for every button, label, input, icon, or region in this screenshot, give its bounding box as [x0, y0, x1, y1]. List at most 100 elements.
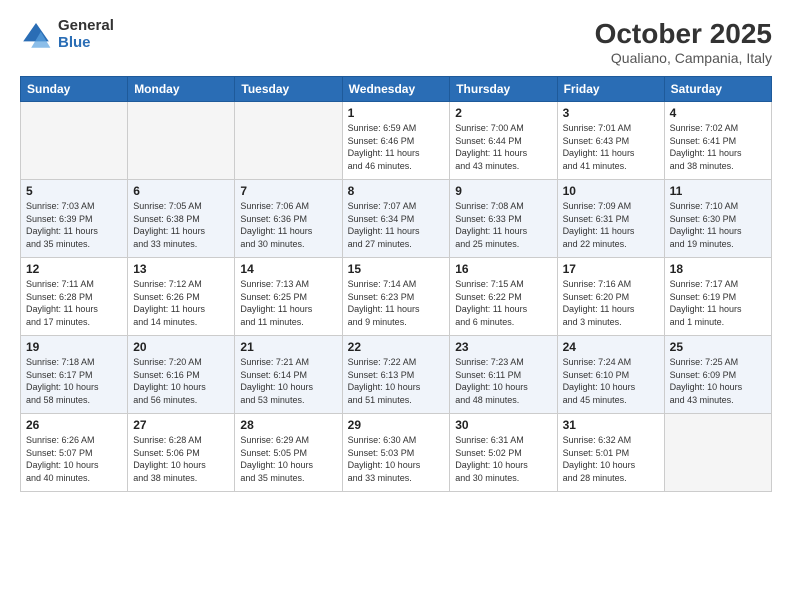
month-title: October 2025 [595, 18, 772, 50]
calendar-cell: 15Sunrise: 7:14 AM Sunset: 6:23 PM Dayli… [342, 258, 450, 336]
calendar-cell: 19Sunrise: 7:18 AM Sunset: 6:17 PM Dayli… [21, 336, 128, 414]
calendar-cell [21, 102, 128, 180]
day-number: 19 [26, 340, 122, 354]
logo-blue-text: Blue [58, 35, 114, 52]
day-number: 26 [26, 418, 122, 432]
day-number: 1 [348, 106, 445, 120]
day-number: 2 [455, 106, 551, 120]
day-info: Sunrise: 7:05 AM Sunset: 6:38 PM Dayligh… [133, 200, 229, 250]
calendar-cell [128, 102, 235, 180]
day-number: 3 [563, 106, 659, 120]
header-friday: Friday [557, 77, 664, 102]
week-row-2: 5Sunrise: 7:03 AM Sunset: 6:39 PM Daylig… [21, 180, 772, 258]
day-info: Sunrise: 7:17 AM Sunset: 6:19 PM Dayligh… [670, 278, 766, 328]
header-sunday: Sunday [21, 77, 128, 102]
day-info: Sunrise: 7:01 AM Sunset: 6:43 PM Dayligh… [563, 122, 659, 172]
day-info: Sunrise: 7:23 AM Sunset: 6:11 PM Dayligh… [455, 356, 551, 406]
calendar-cell: 4 Sunrise: 7:02 AM Sunset: 6:41 PM Daylig… [664, 102, 771, 180]
header-monday: Monday [128, 77, 235, 102]
day-number: 12 [26, 262, 122, 276]
day-info: Sunrise: 7:02 AM Sunset: 6:41 PM Dayligh… [670, 122, 766, 172]
day-info: Sunrise: 7:16 AM Sunset: 6:20 PM Dayligh… [563, 278, 659, 328]
calendar-cell [235, 102, 342, 180]
day-info: Sunrise: 7:22 AM Sunset: 6:13 PM Dayligh… [348, 356, 445, 406]
calendar-cell: 18Sunrise: 7:17 AM Sunset: 6:19 PM Dayli… [664, 258, 771, 336]
calendar-cell: 31Sunrise: 6:32 AM Sunset: 5:01 PM Dayli… [557, 414, 664, 492]
calendar-cell: 14 Sunrise: 7:13 AM Sunset: 6:25 PM Dayli… [235, 258, 342, 336]
day-info: Sunrise: 7:13 AM Sunset: 6:25 PM Dayligh… [240, 278, 336, 328]
day-number: 15 [348, 262, 445, 276]
day-number: 29 [348, 418, 445, 432]
day-info: Sunrise: 7:06 AM Sunset: 6:36 PM Dayligh… [240, 200, 336, 250]
day-number: 6 [133, 184, 229, 198]
day-info: Sunrise: 7:09 AM Sunset: 6:31 PM Dayligh… [563, 200, 659, 250]
day-number: 14 [240, 262, 336, 276]
calendar-cell: 16Sunrise: 7:15 AM Sunset: 6:22 PM Dayli… [450, 258, 557, 336]
week-row-5: 26 Sunrise: 6:26 AM Sunset: 5:07 PM Dayli… [21, 414, 772, 492]
day-number: 25 [670, 340, 766, 354]
week-row-4: 19Sunrise: 7:18 AM Sunset: 6:17 PM Dayli… [21, 336, 772, 414]
day-info: Sunrise: 7:21 AM Sunset: 6:14 PM Dayligh… [240, 356, 336, 406]
day-info: Sunrise: 6:29 AM Sunset: 5:05 PM Dayligh… [240, 434, 336, 484]
day-number: 23 [455, 340, 551, 354]
calendar-cell: 22 Sunrise: 7:22 AM Sunset: 6:13 PM Dayli… [342, 336, 450, 414]
day-info: Sunrise: 7:00 AM Sunset: 6:44 PM Dayligh… [455, 122, 551, 172]
day-info: Sunrise: 7:10 AM Sunset: 6:30 PM Dayligh… [670, 200, 766, 250]
calendar-cell: 27Sunrise: 6:28 AM Sunset: 5:06 PM Dayli… [128, 414, 235, 492]
calendar-cell: 13 Sunrise: 7:12 AM Sunset: 6:26 PM Dayli… [128, 258, 235, 336]
day-info: Sunrise: 7:24 AM Sunset: 6:10 PM Dayligh… [563, 356, 659, 406]
calendar-cell: 24 Sunrise: 7:24 AM Sunset: 6:10 PM Dayli… [557, 336, 664, 414]
calendar-cell: 21 Sunrise: 7:21 AM Sunset: 6:14 PM Dayli… [235, 336, 342, 414]
calendar-cell: 25 Sunrise: 7:25 AM Sunset: 6:09 PM Dayli… [664, 336, 771, 414]
logo-icon [20, 19, 52, 51]
day-number: 27 [133, 418, 229, 432]
day-number: 9 [455, 184, 551, 198]
day-number: 30 [455, 418, 551, 432]
day-number: 10 [563, 184, 659, 198]
location: Qualiano, Campania, Italy [595, 50, 772, 66]
calendar-cell: 9 Sunrise: 7:08 AM Sunset: 6:33 PM Daylig… [450, 180, 557, 258]
header-tuesday: Tuesday [235, 77, 342, 102]
day-number: 31 [563, 418, 659, 432]
day-number: 7 [240, 184, 336, 198]
calendar-cell: 11 Sunrise: 7:10 AM Sunset: 6:30 PM Dayli… [664, 180, 771, 258]
day-number: 17 [563, 262, 659, 276]
week-row-3: 12 Sunrise: 7:11 AM Sunset: 6:28 PM Dayli… [21, 258, 772, 336]
logo: General Blue [20, 18, 114, 51]
day-info: Sunrise: 6:30 AM Sunset: 5:03 PM Dayligh… [348, 434, 445, 484]
day-info: Sunrise: 6:26 AM Sunset: 5:07 PM Dayligh… [26, 434, 122, 484]
header-saturday: Saturday [664, 77, 771, 102]
day-number: 21 [240, 340, 336, 354]
day-info: Sunrise: 7:25 AM Sunset: 6:09 PM Dayligh… [670, 356, 766, 406]
calendar-table: Sunday Monday Tuesday Wednesday Thursday… [20, 76, 772, 492]
day-info: Sunrise: 7:15 AM Sunset: 6:22 PM Dayligh… [455, 278, 551, 328]
calendar-cell: 6 Sunrise: 7:05 AM Sunset: 6:38 PM Daylig… [128, 180, 235, 258]
calendar-cell [664, 414, 771, 492]
calendar-cell: 8Sunrise: 7:07 AM Sunset: 6:34 PM Daylig… [342, 180, 450, 258]
calendar-cell: 10 Sunrise: 7:09 AM Sunset: 6:31 PM Dayli… [557, 180, 664, 258]
day-number: 4 [670, 106, 766, 120]
day-info: Sunrise: 7:11 AM Sunset: 6:28 PM Dayligh… [26, 278, 122, 328]
calendar-cell: 28 Sunrise: 6:29 AM Sunset: 5:05 PM Dayli… [235, 414, 342, 492]
day-info: Sunrise: 7:12 AM Sunset: 6:26 PM Dayligh… [133, 278, 229, 328]
calendar-cell: 23 Sunrise: 7:23 AM Sunset: 6:11 PM Dayli… [450, 336, 557, 414]
week-row-1: 1Sunrise: 6:59 AM Sunset: 6:46 PM Daylig… [21, 102, 772, 180]
calendar-cell: 12 Sunrise: 7:11 AM Sunset: 6:28 PM Dayli… [21, 258, 128, 336]
day-number: 13 [133, 262, 229, 276]
day-number: 24 [563, 340, 659, 354]
day-number: 5 [26, 184, 122, 198]
day-number: 22 [348, 340, 445, 354]
logo-general-text: General [58, 18, 114, 35]
day-number: 8 [348, 184, 445, 198]
title-section: October 2025 Qualiano, Campania, Italy [595, 18, 772, 66]
calendar-cell: 17 Sunrise: 7:16 AM Sunset: 6:20 PM Dayli… [557, 258, 664, 336]
page-header: General Blue October 2025 Qualiano, Camp… [20, 18, 772, 66]
calendar-cell: 30Sunrise: 6:31 AM Sunset: 5:02 PM Dayli… [450, 414, 557, 492]
calendar-cell: 5Sunrise: 7:03 AM Sunset: 6:39 PM Daylig… [21, 180, 128, 258]
day-info: Sunrise: 7:08 AM Sunset: 6:33 PM Dayligh… [455, 200, 551, 250]
day-number: 11 [670, 184, 766, 198]
calendar-cell: 1Sunrise: 6:59 AM Sunset: 6:46 PM Daylig… [342, 102, 450, 180]
calendar-cell: 26 Sunrise: 6:26 AM Sunset: 5:07 PM Dayli… [21, 414, 128, 492]
day-number: 20 [133, 340, 229, 354]
day-number: 28 [240, 418, 336, 432]
